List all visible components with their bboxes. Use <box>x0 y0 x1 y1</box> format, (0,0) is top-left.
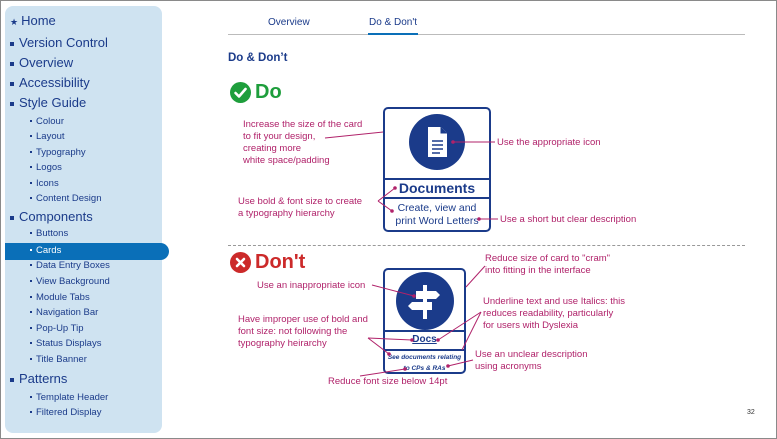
annotation-lines <box>324 131 498 377</box>
page-number: 32 <box>747 409 755 416</box>
